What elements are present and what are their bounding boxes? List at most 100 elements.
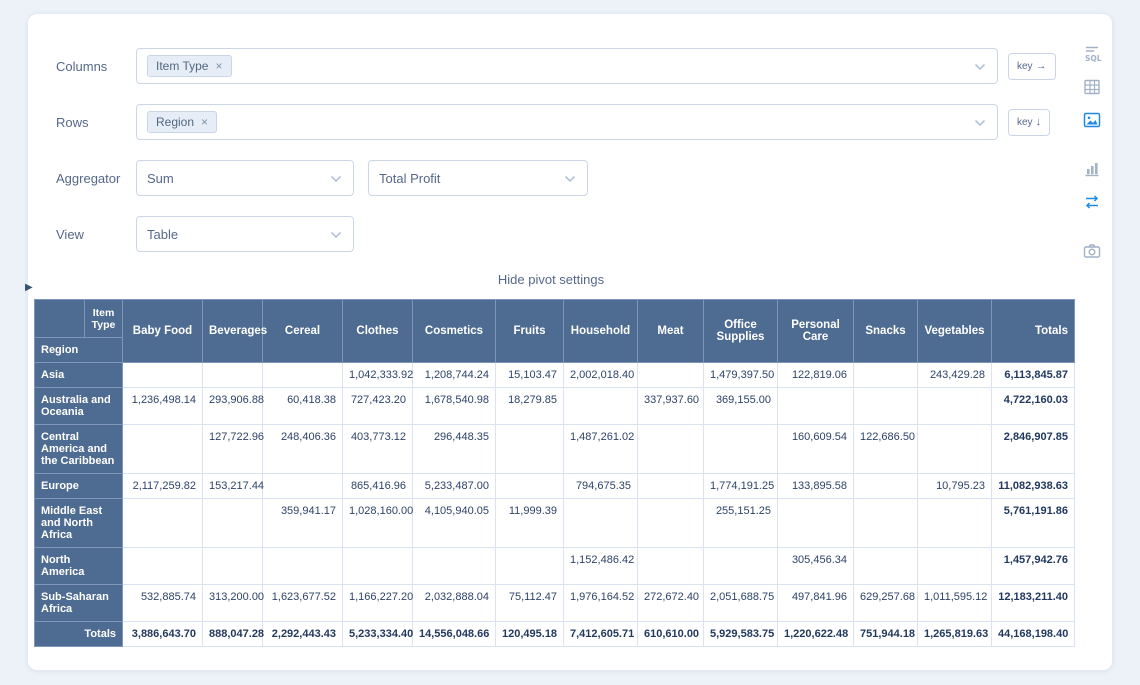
pivot-cell (854, 499, 918, 548)
columns-key-order-button[interactable]: key → (1008, 53, 1056, 80)
pivot-cell (854, 474, 918, 499)
remove-chip-icon[interactable]: × (201, 116, 208, 128)
column-total-cell: 5,233,334.40 (343, 622, 413, 647)
bar-chart-icon[interactable] (1080, 157, 1104, 181)
aggregator-value: Sum (147, 171, 174, 186)
pivot-cell: 122,819.06 (778, 363, 854, 388)
pivot-cell: 1,976,164.52 (564, 585, 638, 622)
pivot-cell: 18,279.85 (496, 388, 564, 425)
camera-icon[interactable] (1080, 239, 1104, 263)
pivot-cell: 60,418.38 (263, 388, 343, 425)
pivot-cell (263, 548, 343, 585)
table-row: Sub-Saharan Africa532,885.74313,200.001,… (35, 585, 1075, 622)
table-row: Middle East and North Africa359,941.171,… (35, 499, 1075, 548)
column-total-cell: 7,412,605.71 (564, 622, 638, 647)
table-icon[interactable] (1080, 75, 1104, 99)
pivot-cell: 403,773.12 (343, 425, 413, 474)
pivot-cell: 255,151.25 (704, 499, 778, 548)
column-total-cell: 751,944.18 (854, 622, 918, 647)
pivot-cell (704, 548, 778, 585)
rows-chip-label: Region (156, 115, 194, 129)
pivot-cell (638, 425, 704, 474)
pivot-cell: 1,487,261.02 (564, 425, 638, 474)
pivot-cell (918, 425, 992, 474)
row-header: Central America and the Caribbean (35, 425, 123, 474)
chevron-down-icon[interactable] (974, 63, 986, 71)
pivot-cell (918, 548, 992, 585)
pivot-cell (496, 474, 564, 499)
collapse-panel-arrow[interactable]: ▶ (25, 283, 33, 293)
pivot-cell: 1,166,227.20 (343, 585, 413, 622)
row-header: Europe (35, 474, 123, 499)
pivot-cell (854, 388, 918, 425)
right-toolbar: SQL (1077, 42, 1107, 263)
table-row: Europe2,117,259.82153,217.44865,416.965,… (35, 474, 1075, 499)
rows-select[interactable]: Region × (136, 104, 998, 140)
rows-chip[interactable]: Region × (147, 111, 217, 133)
row-header: North America (35, 548, 123, 585)
pivot-cell: 4,105,940.05 (413, 499, 496, 548)
aggregator-select[interactable]: Sum (136, 160, 354, 196)
row-total-cell: 12,183,211.40 (992, 585, 1075, 622)
pivot-cell: 1,678,540.98 (413, 388, 496, 425)
aggregator-target-select[interactable]: Total Profit (368, 160, 588, 196)
column-header: Personal Care (778, 300, 854, 363)
column-total-cell: 1,265,819.63 (918, 622, 992, 647)
column-header: Beverages (203, 300, 263, 363)
pivot-cell: 10,795.23 (918, 474, 992, 499)
pivot-cell (203, 363, 263, 388)
pivot-cell: 1,208,744.24 (413, 363, 496, 388)
pivot-cell (854, 363, 918, 388)
rows-label: Rows (56, 115, 136, 130)
key-label: key (1017, 61, 1033, 72)
totals-row: Totals3,886,643.70888,047.282,292,443.43… (35, 622, 1075, 647)
chevron-down-icon[interactable] (330, 175, 342, 183)
row-total-cell: 1,457,942.76 (992, 548, 1075, 585)
pivot-card: Columns Item Type × key → Rows Region × (27, 13, 1113, 671)
columns-chip[interactable]: Item Type × (147, 55, 232, 77)
chart-image-icon[interactable] (1080, 108, 1104, 132)
pivot-cell: 1,042,333.92 (343, 363, 413, 388)
pivot-cell: 160,609.54 (778, 425, 854, 474)
pivot-cell (638, 363, 704, 388)
chevron-down-icon[interactable] (330, 231, 342, 239)
view-select[interactable]: Table (136, 216, 354, 252)
pivot-cell: 2,002,018.40 (564, 363, 638, 388)
remove-chip-icon[interactable]: × (215, 60, 222, 72)
row-total-cell: 2,846,907.85 (992, 425, 1075, 474)
pivot-cell (263, 363, 343, 388)
pivot-cell: 15,103.47 (496, 363, 564, 388)
sql-icon[interactable]: SQL (1080, 42, 1104, 66)
table-row: Asia1,042,333.921,208,744.2415,103.472,0… (35, 363, 1075, 388)
pivot-cell (564, 499, 638, 548)
view-value: Table (147, 227, 178, 242)
pivot-cell: 1,152,486.42 (564, 548, 638, 585)
pivot-cell: 359,941.17 (263, 499, 343, 548)
pivot-cell: 313,200.00 (203, 585, 263, 622)
columns-control-row: Columns Item Type × key → (56, 48, 1112, 84)
columns-select[interactable]: Item Type × (136, 48, 998, 84)
chevron-down-icon[interactable] (974, 119, 986, 127)
column-header: Office Supplies (704, 300, 778, 363)
pivot-cell (638, 548, 704, 585)
key-arrow-right-icon: → (1036, 60, 1047, 72)
pivot-cell (203, 548, 263, 585)
totals-column-header: Totals (992, 300, 1075, 363)
pivot-cell: 1,479,397.50 (704, 363, 778, 388)
columns-chip-label: Item Type (156, 59, 208, 73)
hide-pivot-settings-link[interactable]: Hide pivot settings (28, 272, 1074, 287)
pivot-cell: 2,117,259.82 (123, 474, 203, 499)
pivot-cell: 865,416.96 (343, 474, 413, 499)
pivot-cell (123, 548, 203, 585)
pivot-cell (496, 425, 564, 474)
grand-total-cell: 44,168,198.40 (992, 622, 1075, 647)
column-header: Household (564, 300, 638, 363)
chevron-down-icon[interactable] (564, 175, 576, 183)
export-icon[interactable] (1080, 190, 1104, 214)
rows-key-order-button[interactable]: key ↓ (1008, 109, 1050, 136)
column-total-cell: 1,220,622.48 (778, 622, 854, 647)
table-row: Central America and the Caribbean127,722… (35, 425, 1075, 474)
pivot-cell (263, 474, 343, 499)
pivot-cell (123, 363, 203, 388)
pivot-table: Item TypeBaby FoodBeveragesCerealClothes… (34, 299, 1075, 647)
